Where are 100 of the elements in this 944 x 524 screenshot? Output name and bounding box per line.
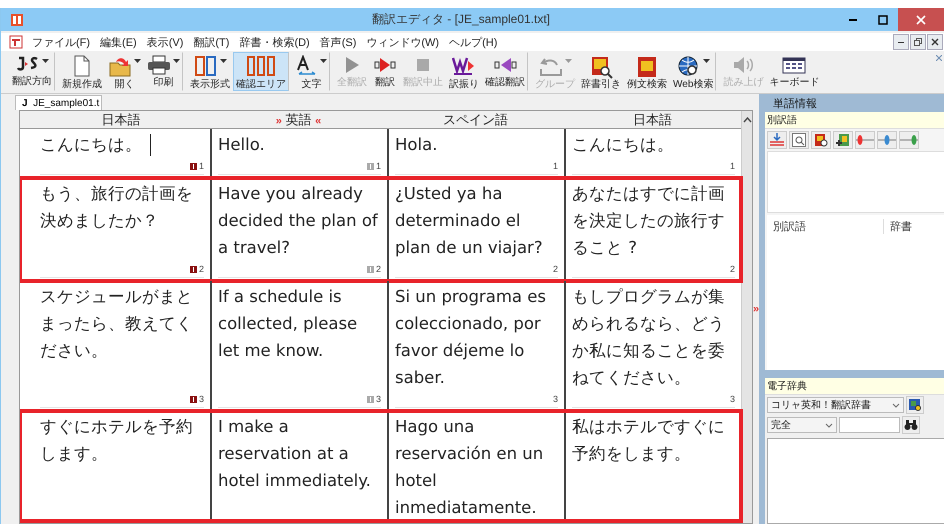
toolbar-button[interactable]: 確認翻訳 xyxy=(482,52,528,91)
column-header[interactable]: 日本語 xyxy=(564,111,741,130)
dictionary-dropdown[interactable]: コリャ英和！翻訳辞書 xyxy=(767,397,904,413)
column-header[interactable]: 日本語 xyxy=(32,111,210,130)
printer-icon xyxy=(147,55,171,75)
toolbar-button[interactable]: 辞書引き xyxy=(578,52,624,91)
dictionary-icon xyxy=(814,133,828,147)
table-cell-text: あなたはすでに計画を決定したの旅行すること ? xyxy=(572,183,726,259)
toolbar-button[interactable]: Web検索 xyxy=(670,52,716,91)
page-icon xyxy=(73,55,91,77)
font-size-icon xyxy=(296,55,318,77)
segment-number: 3 xyxy=(198,394,204,404)
w-icon xyxy=(452,55,476,77)
search-field[interactable] xyxy=(839,417,900,433)
dictionary-icon xyxy=(589,55,613,79)
scroll-up-icon[interactable] xyxy=(742,117,752,123)
flag-icon xyxy=(190,266,197,272)
insert-icon xyxy=(770,133,784,147)
add-entry-button[interactable] xyxy=(833,131,854,149)
segment-number: 2 xyxy=(198,264,204,274)
toolbar-button[interactable]: キーボード xyxy=(766,52,822,91)
table-cell-text: もう、旅行の計画を決めましたか？ xyxy=(40,183,194,232)
example-book-icon xyxy=(635,55,659,79)
map-button[interactable] xyxy=(906,396,924,414)
table-cell-text: Have you already decided the plan of a travel? xyxy=(218,183,379,259)
binoculars-icon xyxy=(904,419,918,431)
columns-icon xyxy=(246,55,276,77)
search-icon xyxy=(792,133,806,147)
toolbar-button[interactable]: 新規作成 xyxy=(59,52,105,91)
restore-icon xyxy=(914,38,922,46)
section-label: 別訳語 xyxy=(765,112,944,129)
close-button[interactable] xyxy=(927,34,943,50)
search-button[interactable] xyxy=(789,131,810,149)
close-icon xyxy=(916,14,926,24)
table-cell-text: If a schedule is collected, please let me know. xyxy=(218,286,358,362)
expand-button[interactable]: » xyxy=(753,303,760,315)
toolbar-button[interactable]: 翻訳方向 xyxy=(9,52,55,91)
speaker-icon xyxy=(731,55,756,75)
toolbar-button[interactable]: 訳振り xyxy=(446,52,482,91)
close-icon[interactable] xyxy=(936,55,942,61)
table-cell-text: I make a reservation at a hotel immediately. xyxy=(218,416,372,492)
menu-item[interactable]: 音声(S) xyxy=(314,34,362,50)
close-icon xyxy=(931,38,939,46)
caret-icon xyxy=(564,59,572,63)
column-header[interactable]: » 英語 « xyxy=(210,111,387,130)
segment-number: 1 xyxy=(730,161,735,171)
app-icon xyxy=(10,12,24,26)
table-cell-text: Hola. xyxy=(395,134,438,156)
toolbar-button[interactable]: 確認エリア xyxy=(233,52,289,91)
minimize-button[interactable] xyxy=(893,34,909,50)
slider-button[interactable] xyxy=(855,131,876,149)
toolbar-button[interactable]: 例文検索 xyxy=(624,52,670,91)
scrollbar[interactable] xyxy=(741,111,752,523)
table-cell-text: こんにちは。 xyxy=(572,134,675,156)
table-cell-text: Hago una reservación en un hotel inmediatamente. xyxy=(395,416,544,519)
menu-item[interactable]: 辞書・検索(D) xyxy=(234,34,315,50)
menu-item[interactable]: 表示(V) xyxy=(142,34,188,50)
flag-icon xyxy=(190,162,197,170)
toolbar-button[interactable]: 文字 xyxy=(293,52,330,91)
table-cell: こんにちは。 xyxy=(40,131,204,158)
section-label: 電子辞典 xyxy=(765,378,944,395)
menu-item[interactable]: ウィンドウ(W) xyxy=(361,34,444,50)
slider-button[interactable] xyxy=(877,131,898,149)
chevron-down-icon xyxy=(892,402,900,408)
slider-icon xyxy=(900,133,918,147)
marker-icon xyxy=(366,396,374,402)
menu-item[interactable]: 翻訳(T) xyxy=(188,34,234,50)
search-button[interactable] xyxy=(902,416,920,434)
menu-item[interactable]: ヘルプ(H) xyxy=(444,34,502,50)
slider-button[interactable] xyxy=(899,131,920,149)
toolbar-button[interactable]: 翻訳 xyxy=(370,52,400,91)
caret-icon xyxy=(42,59,48,63)
marker-icon xyxy=(366,266,374,272)
match-dropdown[interactable]: 完全 xyxy=(767,417,838,433)
segment-number: 2 xyxy=(730,264,735,274)
minimize-icon xyxy=(849,18,857,20)
column-header[interactable]: 辞書 xyxy=(884,218,944,234)
menu-item[interactable]: 編集(E) xyxy=(95,34,142,50)
segment-number: 2 xyxy=(376,264,381,274)
restore-button[interactable] xyxy=(910,34,926,50)
caret-icon xyxy=(220,59,226,63)
keyboard-icon xyxy=(782,55,806,75)
table-cell-text: Si un programa es coleccionado, por favor déjeme lo saber. xyxy=(395,286,547,389)
segment-number: 1 xyxy=(552,161,558,171)
dictionary-button[interactable] xyxy=(811,131,832,149)
caret-icon xyxy=(173,59,180,63)
toolbar-button[interactable]: 印刷 xyxy=(144,52,183,91)
table-cell-text: もしプログラムが集められるなら、どうか私に知ることを委ねてください。 xyxy=(572,286,726,389)
flag-icon xyxy=(190,396,197,402)
column-header[interactable]: スペイン語 xyxy=(387,111,564,130)
menu-item[interactable]: ファイル(F) xyxy=(27,34,96,50)
toolbar-button[interactable]: 表示形式 xyxy=(187,52,233,91)
column-header[interactable]: 別訳語 xyxy=(767,218,884,234)
document-tab[interactable]: J JE_sample01.t xyxy=(15,95,102,110)
insert-button[interactable] xyxy=(767,131,788,149)
toolbar-button[interactable]: 開く xyxy=(105,52,144,91)
caret-icon xyxy=(702,59,710,63)
segment-number: 3 xyxy=(552,394,558,404)
table-cell-text: ¿Usted ya ha determinado el plan de un viajar? xyxy=(395,183,544,259)
segment-number: 1 xyxy=(198,161,204,171)
